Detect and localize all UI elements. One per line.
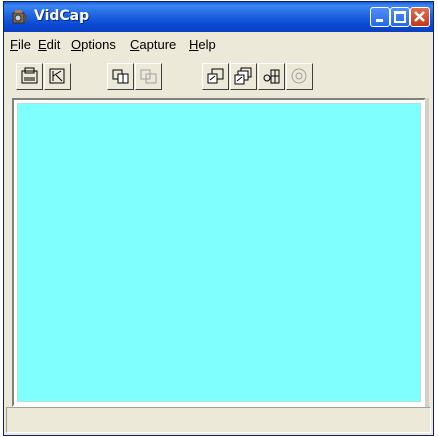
capture-palette-icon — [263, 69, 280, 84]
menu-bar: File Edit Options Capture Help — [4, 32, 433, 57]
menu-file[interactable]: File — [10, 37, 31, 52]
toolbar — [4, 58, 433, 96]
menu-edit-accel: E — [38, 37, 47, 52]
capture-palette-button[interactable] — [258, 63, 285, 90]
minimize-icon — [376, 19, 383, 22]
app-icon — [12, 10, 27, 24]
menu-edit[interactable]: Edit — [38, 37, 60, 52]
set-capture-file-button[interactable] — [16, 63, 43, 90]
app-window: VidCap File Edit Options Capture Help — [3, 1, 434, 436]
save-captured-video-icon — [49, 68, 65, 84]
maximize-button[interactable] — [390, 7, 410, 27]
menu-file-rest: ile — [17, 37, 31, 52]
menu-capture-rest: apture — [139, 37, 177, 52]
menu-options[interactable]: Options — [71, 37, 116, 52]
capture-frame-icon — [112, 69, 129, 84]
capture-frame-button[interactable] — [107, 63, 134, 90]
capture-frames-icon — [140, 69, 157, 84]
menu-help[interactable]: Help — [189, 37, 216, 52]
capture-preview-area[interactable] — [17, 103, 421, 402]
menu-capture[interactable]: Capture — [130, 37, 176, 52]
window-title: VidCap — [34, 8, 90, 24]
menu-capture-accel: C — [130, 37, 140, 52]
capture-video-icon — [207, 68, 224, 84]
capture-frames-button[interactable] — [135, 63, 162, 90]
menu-help-accel: H — [189, 37, 199, 52]
save-captured-video-button[interactable] — [44, 63, 71, 90]
menu-options-accel: O — [71, 37, 82, 52]
capture-sequence-icon — [234, 67, 252, 85]
maximize-icon — [394, 11, 406, 23]
title-bar[interactable]: VidCap — [4, 2, 433, 32]
right-edge — [425, 98, 429, 407]
help-button[interactable] — [286, 63, 313, 90]
close-icon — [414, 11, 425, 22]
menu-edit-rest: dit — [46, 37, 61, 52]
capture-window — [12, 98, 426, 407]
capture-sequence-button[interactable] — [230, 63, 257, 90]
capture-video-button[interactable] — [202, 63, 229, 90]
status-bar — [6, 407, 431, 433]
set-capture-file-icon — [21, 67, 38, 84]
help-icon — [291, 68, 307, 84]
close-button[interactable] — [410, 7, 430, 27]
menu-file-accel: F — [10, 37, 18, 52]
menu-help-rest: elp — [198, 37, 216, 52]
menu-options-rest: ptions — [81, 37, 116, 52]
minimize-button[interactable] — [370, 7, 390, 27]
